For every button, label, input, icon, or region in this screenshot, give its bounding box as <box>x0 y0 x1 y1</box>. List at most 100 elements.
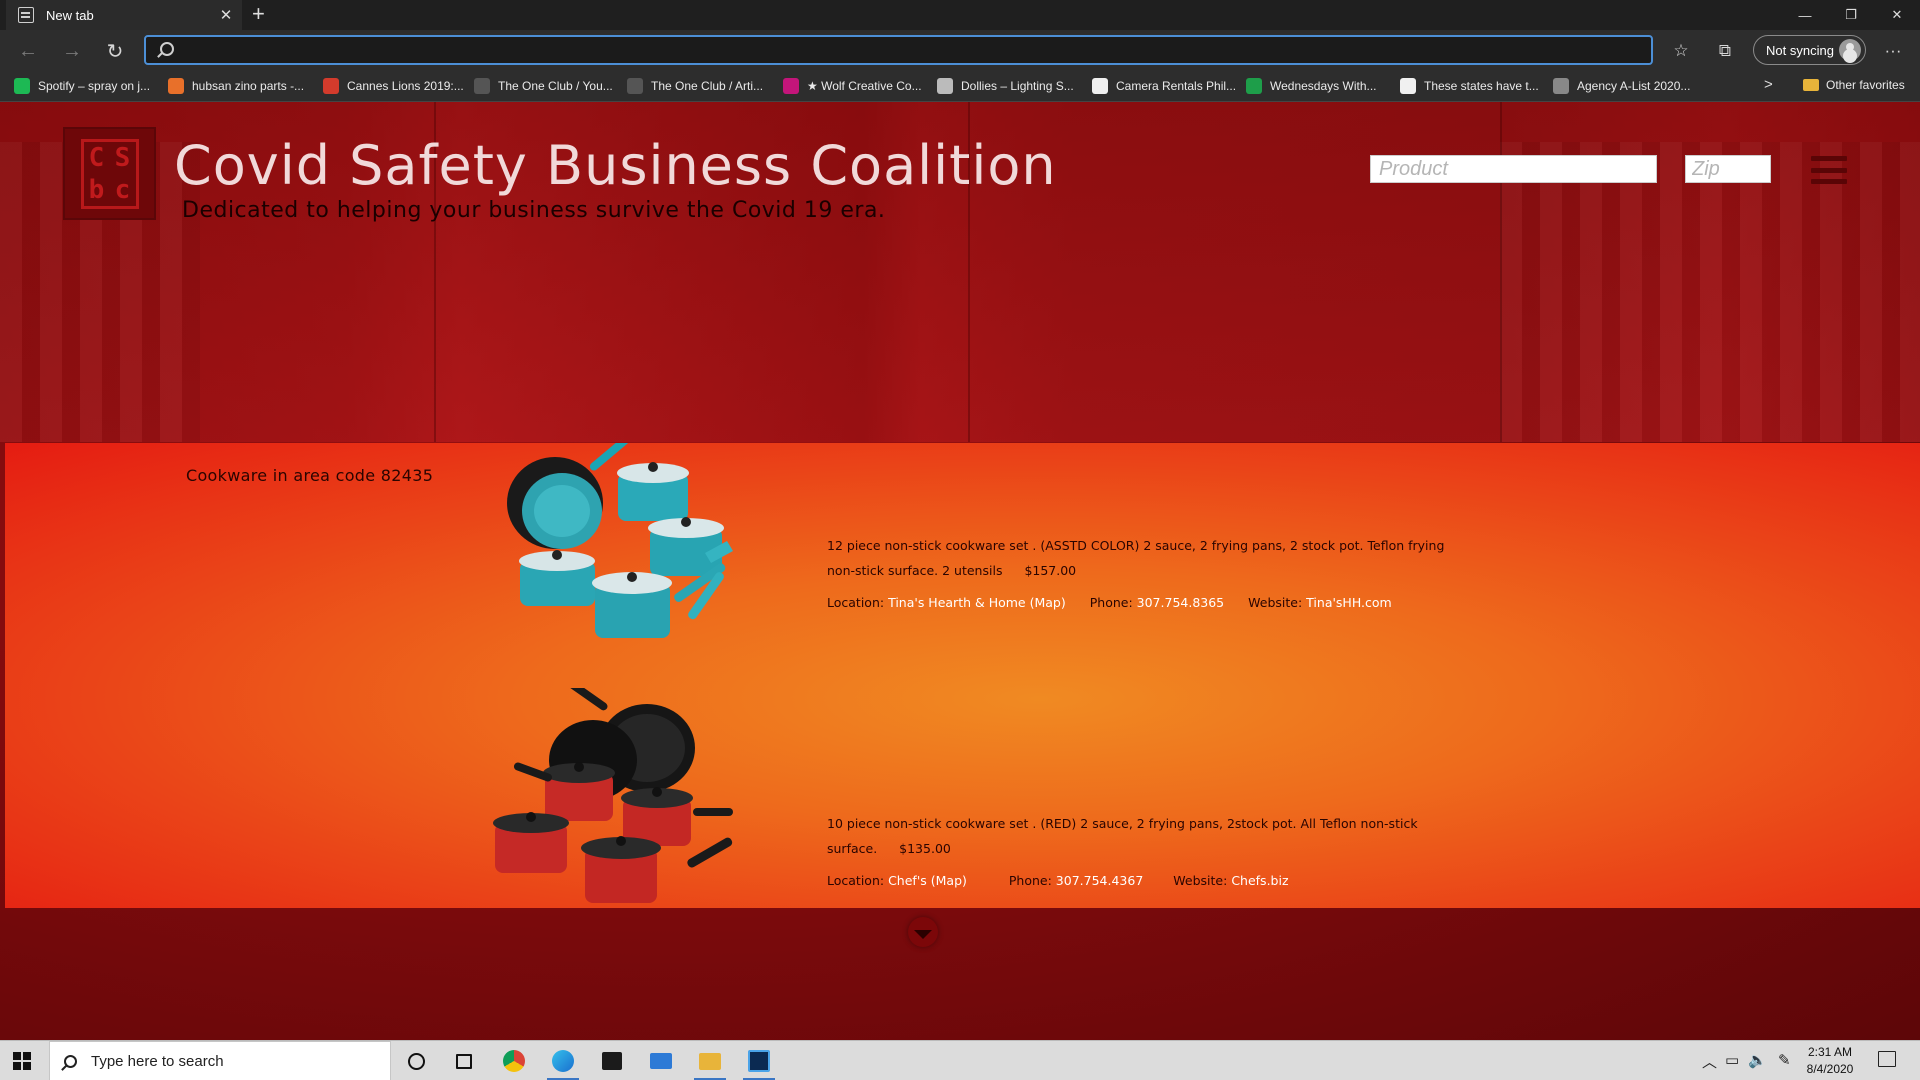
close-tab-icon[interactable]: ✕ <box>216 6 236 24</box>
logo-letter: S <box>114 142 131 173</box>
phone-link[interactable]: 307.754.4367 <box>1056 873 1143 888</box>
favorite-label: Cannes Lions 2019:... <box>347 79 464 93</box>
location-label: Location: <box>827 873 885 888</box>
store-icon[interactable] <box>592 1045 632 1077</box>
favorite-label: Wednesdays With... <box>1270 79 1377 93</box>
favorites-star-icon[interactable]: ☆ <box>1668 38 1694 64</box>
logo-mark: C S b c <box>80 138 139 209</box>
favorite-item[interactable]: Wednesdays With... <box>1246 78 1377 94</box>
favorite-item[interactable]: hubsan zino parts -... <box>168 78 304 94</box>
favorites-bar: > Other favorites Spotify – spray on j..… <box>0 70 1920 102</box>
clock-time: 2:31 AM <box>1807 1045 1853 1059</box>
listing-price: $135.00 <box>899 841 951 856</box>
divider <box>1500 102 1502 442</box>
new-tab-button[interactable]: + <box>252 3 265 25</box>
page-icon <box>18 7 34 23</box>
edge-icon[interactable] <box>543 1045 583 1080</box>
camera-icon <box>1092 78 1108 94</box>
product-search-input[interactable] <box>1370 155 1657 183</box>
listing-item: 12 piece non-stick cookware set . (ASSTD… <box>827 533 1467 610</box>
windows-start-icon[interactable] <box>13 1052 31 1070</box>
phone-link[interactable]: 307.754.8365 <box>1137 595 1224 610</box>
listing-price: $157.00 <box>1024 563 1077 578</box>
favorite-item[interactable]: The One Club / Arti... <box>627 78 763 94</box>
task-view-icon[interactable] <box>444 1045 484 1077</box>
file-explorer-icon[interactable] <box>690 1045 730 1080</box>
listing-item: 10 piece non-stick cookware set . (RED) … <box>827 811 1467 888</box>
location-map-link[interactable]: Chef's (Map) <box>888 873 967 888</box>
spotify-icon <box>14 78 30 94</box>
favorite-label: The One Club / You... <box>498 79 613 93</box>
favorite-item[interactable]: Spotify – spray on j... <box>14 78 150 94</box>
favorite-item[interactable]: Dollies – Lighting S... <box>937 78 1074 94</box>
listing-description-wrap: 10 piece non-stick cookware set . (RED) … <box>827 811 1467 861</box>
listing-description-wrap: 12 piece non-stick cookware set . (ASSTD… <box>827 533 1467 583</box>
avatar-icon <box>1839 39 1861 61</box>
chrome-icon[interactable] <box>494 1045 534 1077</box>
pencil-icon <box>627 78 643 94</box>
pen-icon[interactable]: ✎ <box>1778 1051 1791 1069</box>
website-link[interactable]: Chefs.biz <box>1231 873 1288 888</box>
logo-letter: c <box>114 174 131 205</box>
network-icon[interactable]: ▭ <box>1725 1051 1739 1069</box>
minimize-button[interactable]: — <box>1782 0 1828 30</box>
cortana-icon[interactable] <box>396 1045 436 1077</box>
hamburger-menu-icon[interactable] <box>1811 156 1847 184</box>
folder-icon <box>1803 79 1819 91</box>
collections-icon[interactable]: ⧉ <box>1712 38 1738 64</box>
zip-input[interactable] <box>1685 155 1771 183</box>
scroll-down-arrow-icon[interactable] <box>908 917 938 947</box>
tab-new-tab[interactable]: New tab ✕ <box>6 0 242 30</box>
notifications-icon[interactable] <box>1878 1051 1896 1067</box>
app-icon[interactable] <box>739 1045 779 1080</box>
product-image-turquoise-cookware[interactable] <box>500 443 750 663</box>
system-clock[interactable]: 2:31 AM 8/4/2020 <box>1800 1044 1860 1078</box>
taskbar-search-box[interactable]: Type here to search <box>49 1041 391 1080</box>
address-bar[interactable] <box>144 35 1653 65</box>
refresh-icon[interactable]: ↻ <box>102 38 128 64</box>
mail-icon[interactable] <box>641 1045 681 1077</box>
address-input[interactable] <box>184 39 1634 61</box>
product-image-red-cookware[interactable] <box>475 688 745 908</box>
window-controls: — ❐ ✕ <box>1782 0 1920 30</box>
favorite-label: Dollies – Lighting S... <box>961 79 1074 93</box>
favorite-item[interactable]: These states have t... <box>1400 78 1539 94</box>
location-label: Location: <box>827 595 885 610</box>
volume-icon[interactable]: 🔈 <box>1748 1051 1767 1069</box>
website-link[interactable]: Tina'sHH.com <box>1306 595 1392 610</box>
favorite-item[interactable]: Camera Rentals Phil... <box>1092 78 1236 94</box>
news-icon <box>1400 78 1416 94</box>
bg-icon <box>168 78 184 94</box>
search-icon <box>64 1054 77 1068</box>
restore-button[interactable]: ❐ <box>1828 0 1874 30</box>
pencil-icon <box>474 78 490 94</box>
background-photo <box>1500 142 1920 442</box>
favorite-item[interactable]: The One Club / You... <box>474 78 613 94</box>
favorite-item[interactable]: Cannes Lions 2019:... <box>323 78 464 94</box>
hero-banner: C S b c Covid Safety Business Coalition … <box>0 102 1920 442</box>
favorite-label: hubsan zino parts -... <box>192 79 305 93</box>
agency-icon <box>1553 78 1569 94</box>
favorite-label: Spotify – spray on j... <box>38 79 151 93</box>
site-logo[interactable]: C S b c <box>65 129 154 218</box>
favorite-label: ★ Wolf Creative Co... <box>807 79 922 93</box>
listing-meta: Location: Chef's (Map) Phone: 307.754.43… <box>827 873 1467 888</box>
more-menu-icon[interactable]: ··· <box>1880 38 1906 64</box>
profile-sync-button[interactable]: Not syncing <box>1753 35 1866 65</box>
phone-label: Phone: <box>1089 595 1133 610</box>
website-label: Website: <box>1248 595 1303 610</box>
location-map-link[interactable]: Tina's Hearth & Home (Map) <box>888 595 1066 610</box>
taskbar-search-placeholder: Type here to search <box>91 1052 224 1070</box>
other-favorites-folder[interactable]: Other favorites <box>1803 78 1905 92</box>
favorite-item[interactable]: Agency A-List 2020... <box>1553 78 1690 94</box>
page-icon <box>937 78 953 94</box>
favorites-overflow-chevron-icon[interactable]: > <box>1764 76 1773 93</box>
close-window-button[interactable]: ✕ <box>1874 0 1920 30</box>
back-arrow-icon[interactable]: ← <box>15 38 41 64</box>
forward-arrow-icon[interactable]: → <box>59 38 85 64</box>
cannes-icon <box>323 78 339 94</box>
favorite-item[interactable]: ★ Wolf Creative Co... <box>783 78 922 94</box>
site-tagline: Dedicated to helping your business survi… <box>182 198 886 223</box>
tray-overflow-chevron-icon[interactable]: ︿ <box>1702 1051 1717 1072</box>
search-icon <box>160 42 174 56</box>
